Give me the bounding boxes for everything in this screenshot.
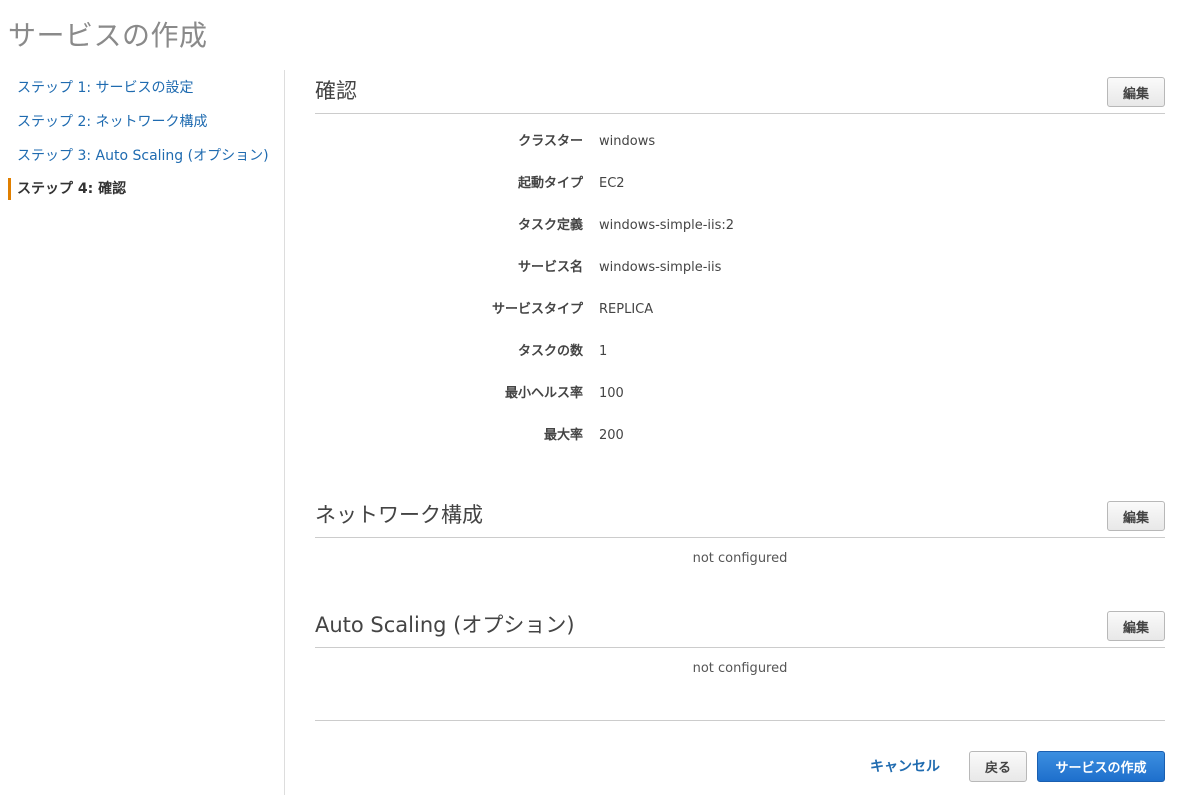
autoscaling-edit-button[interactable]: 編集 <box>1107 611 1165 641</box>
detail-value: 100 <box>599 386 624 401</box>
detail-row-max-percent: 最大率 200 <box>315 426 1165 446</box>
network-section-title: ネットワーク構成 <box>315 503 483 527</box>
detail-row-task-definition: タスク定義 windows-simple-iis:2 <box>315 216 1165 236</box>
step-2-link[interactable]: ステップ 2: ネットワーク構成 <box>8 111 208 133</box>
detail-value: windows-simple-iis <box>599 260 722 275</box>
autoscaling-section-header: Auto Scaling (オプション) 編集 <box>315 611 1165 648</box>
network-section-header: ネットワーク構成 編集 <box>315 501 1165 538</box>
footer-divider <box>315 720 1165 721</box>
detail-value: windows <box>599 134 656 149</box>
detail-label: タスクの数 <box>517 344 583 359</box>
detail-value: EC2 <box>599 176 625 191</box>
detail-value: windows-simple-iis:2 <box>599 218 735 233</box>
steps-sidebar: ステップ 1: サービスの設定 ステップ 2: ネットワーク構成 ステップ 3:… <box>0 70 285 795</box>
step-3-link[interactable]: ステップ 3: Auto Scaling (オプション) <box>8 145 269 167</box>
back-button[interactable]: 戻る <box>969 751 1027 782</box>
step-4-current: ステップ 4: 確認 <box>8 178 126 200</box>
review-section-header: 確認 編集 <box>315 77 1165 114</box>
review-edit-button[interactable]: 編集 <box>1107 77 1165 107</box>
detail-row-service-name: サービス名 windows-simple-iis <box>315 258 1165 278</box>
detail-label: 最大率 <box>543 428 583 443</box>
network-edit-button[interactable]: 編集 <box>1107 501 1165 531</box>
create-service-button[interactable]: サービスの作成 <box>1037 751 1165 782</box>
autoscaling-section-title: Auto Scaling (オプション) <box>315 613 575 637</box>
detail-label: 最小ヘルス率 <box>504 386 583 401</box>
step-1-link[interactable]: ステップ 1: サービスの設定 <box>8 77 194 99</box>
review-section-title: 確認 <box>315 79 357 103</box>
detail-value: REPLICA <box>599 302 654 317</box>
detail-row-service-type: サービスタイプ REPLICA <box>315 300 1165 320</box>
network-status: not configured <box>692 551 788 566</box>
detail-row-min-healthy: 最小ヘルス率 100 <box>315 384 1165 404</box>
detail-label: サービス名 <box>517 260 583 275</box>
detail-value: 1 <box>599 344 608 359</box>
detail-label: サービスタイプ <box>491 302 583 317</box>
detail-row-task-count: タスクの数 1 <box>315 342 1165 362</box>
detail-label: 起動タイプ <box>517 176 583 191</box>
autoscaling-status: not configured <box>692 661 788 676</box>
detail-value: 200 <box>599 428 624 443</box>
page-title: サービスの作成 <box>8 19 208 52</box>
detail-row-cluster: クラスター windows <box>315 132 1165 152</box>
detail-label: クラスター <box>518 134 583 149</box>
detail-row-launch-type: 起動タイプ EC2 <box>315 174 1165 194</box>
detail-label: タスク定義 <box>517 218 583 233</box>
cancel-link[interactable]: キャンセル <box>870 755 940 779</box>
